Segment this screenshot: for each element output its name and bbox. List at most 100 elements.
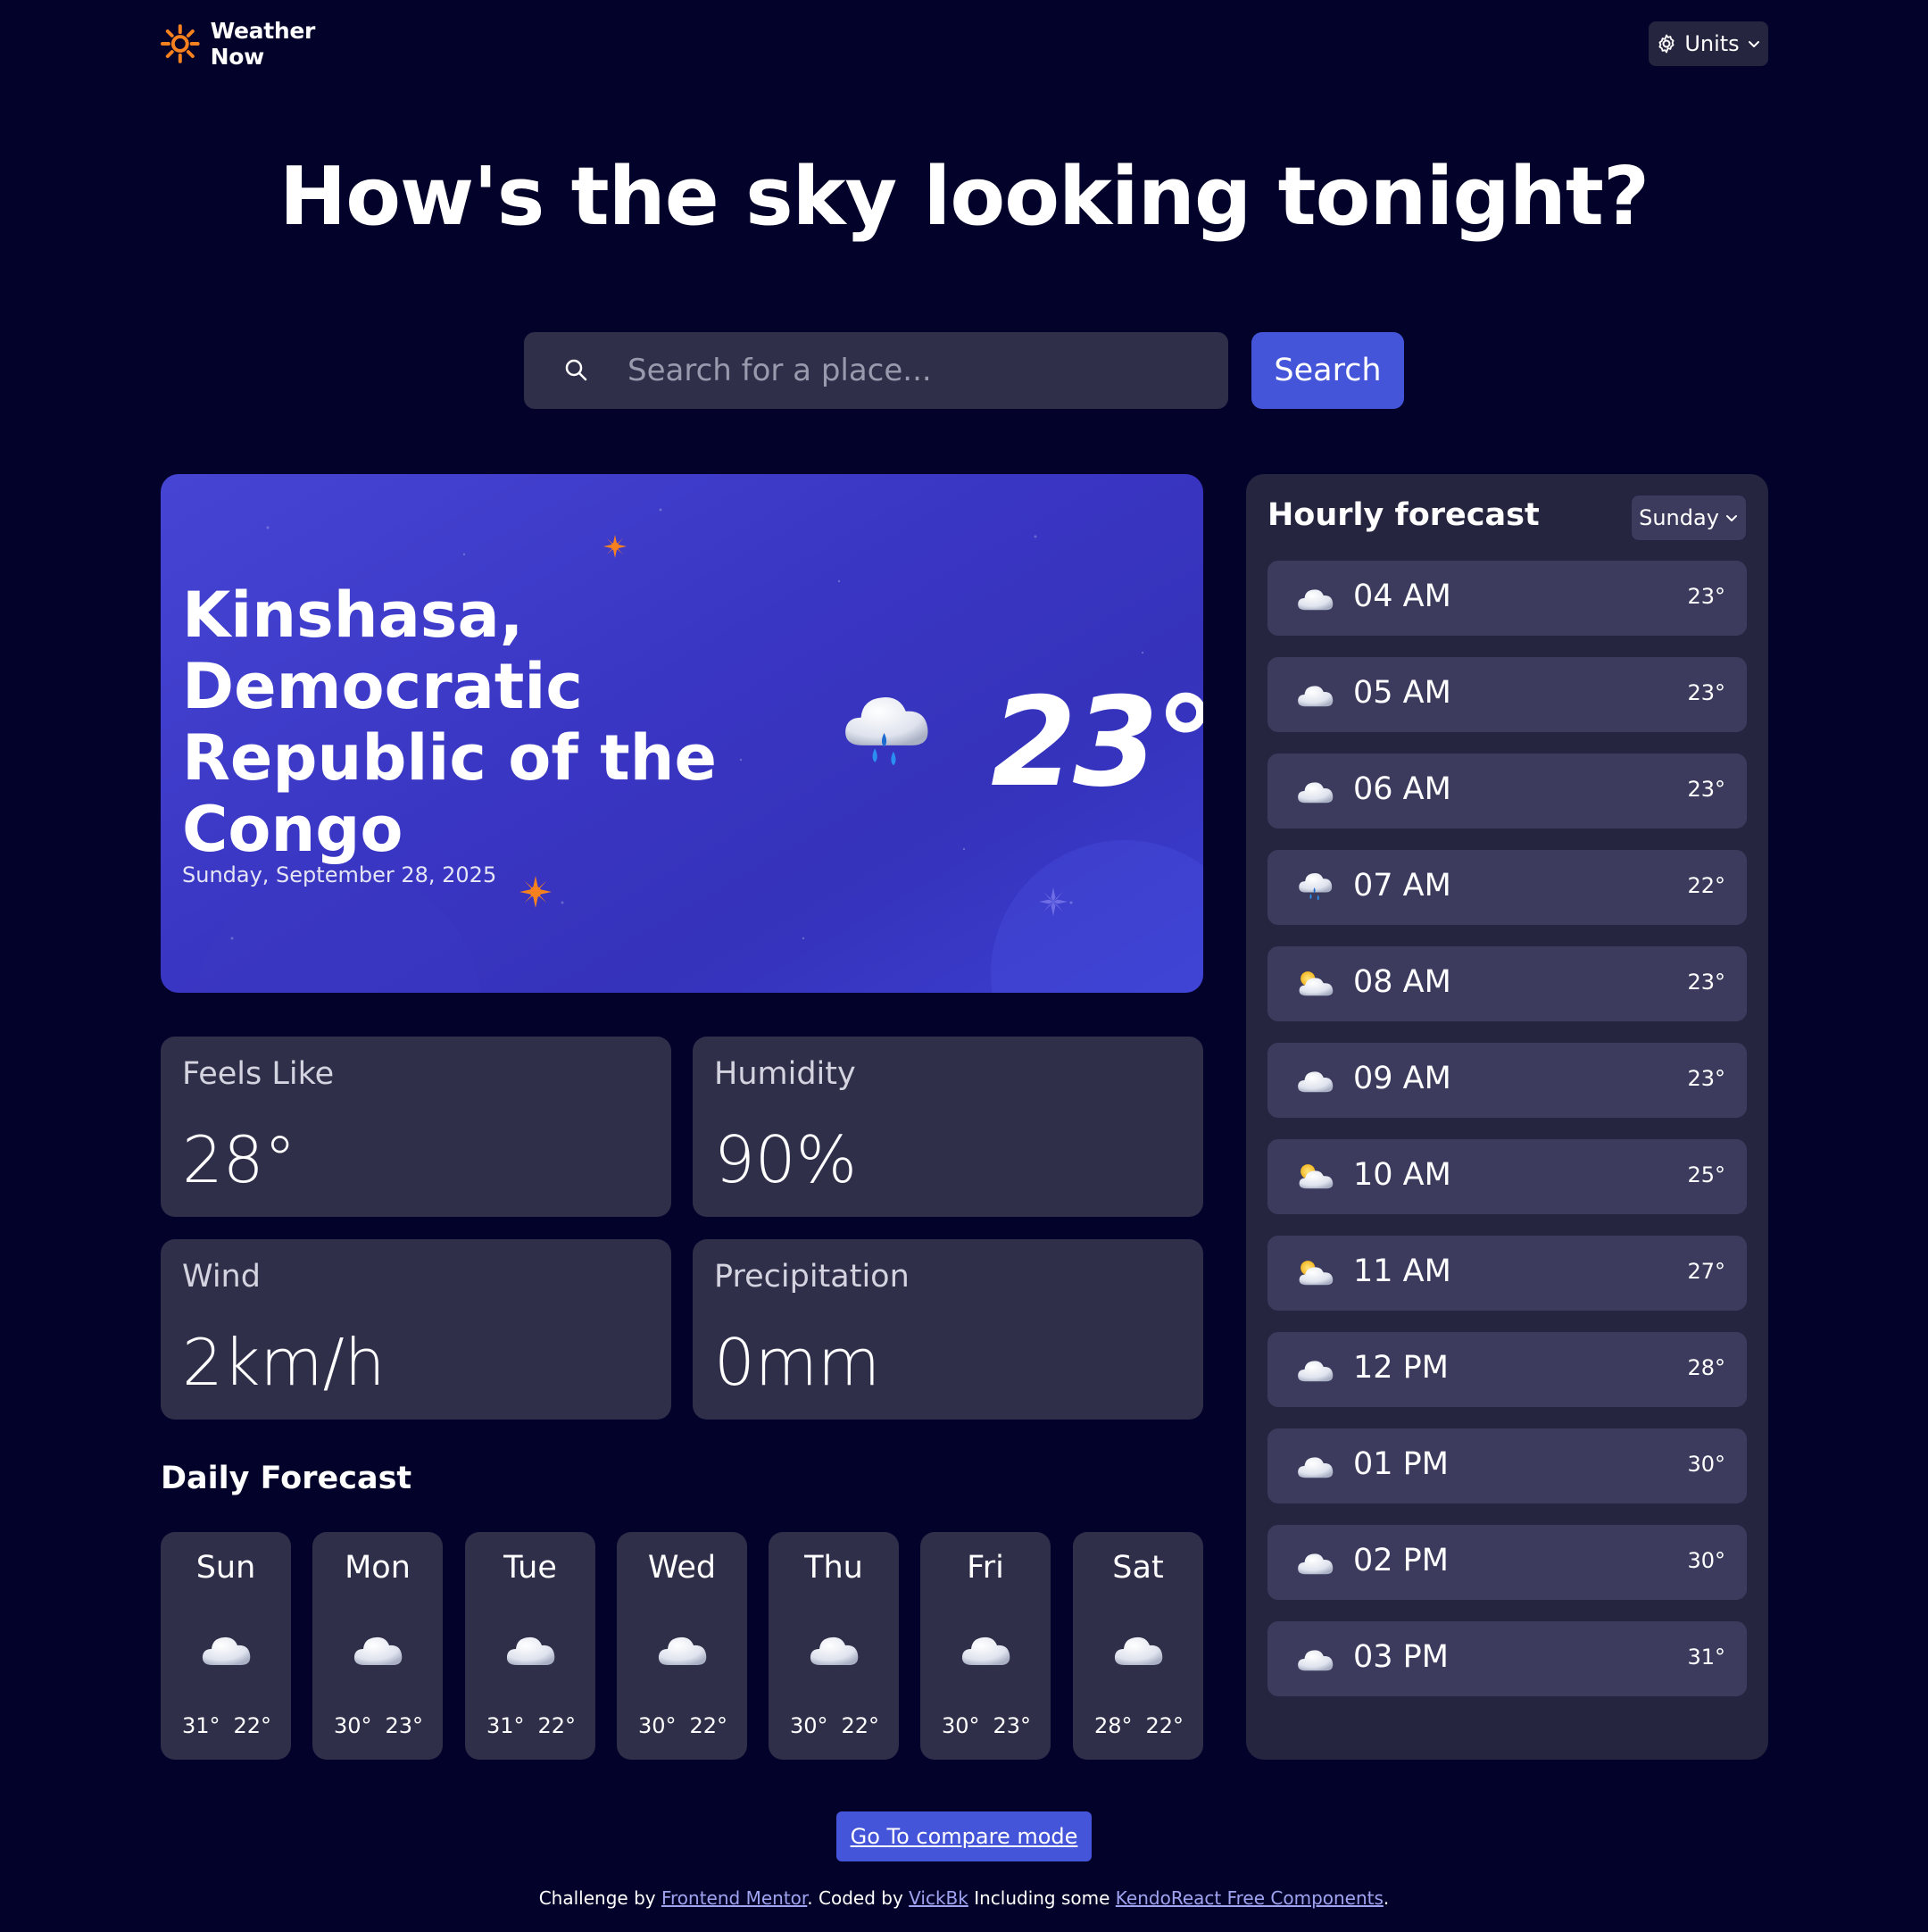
current-weather-card: Kinshasa, Democratic Republic of the Con…	[161, 474, 1203, 993]
cloud-icon	[808, 1628, 861, 1670]
day-name: Tue	[503, 1550, 557, 1586]
stat-card-feels-like: Feels Like 28°	[161, 1037, 671, 1217]
daily-forecast-card: Sat 28° 22°	[1073, 1532, 1203, 1760]
daily-forecast-card: Fri 30° 23°	[920, 1532, 1051, 1760]
hourly-row: 03 PM 31°	[1267, 1621, 1747, 1696]
hourly-row: 01 PM 30°	[1267, 1428, 1747, 1503]
hourly-row: 09 AM 23°	[1267, 1043, 1747, 1118]
cloud-icon	[200, 1628, 253, 1670]
hour-time: 07 AM	[1353, 868, 1451, 904]
sun-logo-icon	[161, 24, 200, 63]
search-button[interactable]: Search	[1251, 332, 1404, 409]
cloud-icon	[1296, 1353, 1335, 1386]
partly-cloudy-icon	[1296, 968, 1335, 1000]
cloud-icon	[352, 1628, 405, 1670]
units-dropdown-button[interactable]: Units	[1649, 21, 1768, 66]
day-select-dropdown[interactable]: Sunday	[1632, 495, 1746, 540]
hourly-row: 12 PM 28°	[1267, 1332, 1747, 1407]
daily-forecast-title: Daily Forecast	[161, 1461, 412, 1496]
partly-cloudy-icon	[1296, 1257, 1335, 1289]
hourly-row: 05 AM 23°	[1267, 657, 1747, 732]
day-name: Mon	[345, 1550, 411, 1586]
search-box[interactable]	[524, 332, 1228, 409]
kendo-link[interactable]: KendoReact Free Components	[1116, 1887, 1384, 1909]
cloud-icon	[504, 1628, 558, 1670]
hour-time: 08 AM	[1353, 964, 1451, 1000]
stat-card-humidity: Humidity 90%	[693, 1037, 1203, 1217]
stat-label: Precipitation	[714, 1259, 910, 1295]
cloud-icon	[1296, 582, 1335, 614]
frontend-mentor-link[interactable]: Frontend Mentor	[661, 1887, 807, 1909]
cloud-icon	[1296, 1643, 1335, 1675]
stat-value: 90%	[714, 1122, 858, 1197]
stat-card-precipitation: Precipitation 0mm	[693, 1239, 1203, 1420]
units-label: Units	[1684, 31, 1740, 56]
hour-temp: 23°	[1687, 970, 1725, 995]
day-name: Wed	[647, 1550, 717, 1586]
stat-label: Wind	[182, 1259, 261, 1295]
day-name: Fri	[967, 1550, 1004, 1586]
day-high-temp: 30°	[942, 1713, 980, 1738]
day-high-temp: 31°	[182, 1713, 220, 1738]
hour-time: 02 PM	[1353, 1543, 1449, 1578]
search-input[interactable]	[626, 352, 1201, 389]
page-headline: How's the sky looking tonight?	[278, 150, 1650, 244]
location-name: Kinshasa, Democratic Republic of the Con…	[182, 579, 717, 866]
hour-temp: 23°	[1687, 680, 1725, 705]
cloud-icon	[960, 1628, 1013, 1670]
day-high-temp: 30°	[334, 1713, 372, 1738]
stat-card-wind: Wind 2km/h	[161, 1239, 671, 1420]
cloud-icon	[1296, 1546, 1335, 1578]
hour-time: 01 PM	[1353, 1446, 1449, 1482]
hour-temp: 31°	[1687, 1645, 1725, 1670]
day-name: Sun	[195, 1550, 256, 1586]
day-low-temp: 22°	[841, 1713, 879, 1738]
hour-temp: 25°	[1687, 1162, 1725, 1187]
day-high-temp: 30°	[790, 1713, 828, 1738]
day-name: Thu	[804, 1550, 863, 1586]
cloud-icon	[1296, 775, 1335, 807]
app-logo[interactable]: Weather Now	[161, 18, 375, 70]
footer-text: Challenge by	[538, 1887, 661, 1909]
search-icon	[565, 359, 587, 381]
day-low-temp: 23°	[385, 1713, 423, 1738]
daily-forecast-card: Mon 30° 23°	[312, 1532, 443, 1760]
hour-time: 04 AM	[1353, 579, 1451, 614]
hourly-forecast-panel: Hourly forecast Sunday 04 AM 23° 05 AM 2…	[1246, 474, 1768, 1760]
day-low-temp: 22°	[537, 1713, 576, 1738]
rain-cloud-icon	[1296, 871, 1335, 904]
selected-day-label: Sunday	[1639, 505, 1719, 530]
hour-temp: 22°	[1687, 873, 1725, 898]
hour-temp: 23°	[1687, 584, 1725, 609]
gear-icon	[1658, 34, 1675, 54]
hourly-row: 11 AM 27°	[1267, 1236, 1747, 1311]
cloud-icon	[1296, 1064, 1335, 1096]
hourly-forecast-title: Hourly forecast	[1267, 497, 1540, 533]
day-low-temp: 23°	[993, 1713, 1031, 1738]
day-name: Sat	[1112, 1550, 1164, 1586]
compare-mode-button[interactable]: Go To compare mode	[836, 1811, 1092, 1861]
hourly-row: 02 PM 30°	[1267, 1525, 1747, 1600]
chevron-down-icon	[1748, 41, 1759, 47]
cloud-icon	[1296, 679, 1335, 711]
hour-temp: 23°	[1687, 1066, 1725, 1091]
hour-time: 06 AM	[1353, 771, 1451, 807]
sunburst-decoration-icon	[519, 876, 552, 908]
hour-time: 03 PM	[1353, 1639, 1449, 1675]
stat-value: 28°	[182, 1122, 296, 1197]
footer-text: . Coded by	[807, 1887, 910, 1909]
daily-forecast-card: Wed 30° 22°	[617, 1532, 747, 1760]
current-date: Sunday, September 28, 2025	[182, 862, 497, 887]
footer-text: Including some	[968, 1887, 1116, 1909]
hour-time: 05 AM	[1353, 675, 1451, 711]
day-low-temp: 22°	[1145, 1713, 1184, 1738]
sunburst-decoration-icon	[603, 535, 627, 558]
hourly-row: 08 AM 23°	[1267, 946, 1747, 1021]
stat-label: Humidity	[714, 1056, 856, 1092]
hourly-row: 06 AM 23°	[1267, 754, 1747, 829]
cloud-icon	[1112, 1628, 1166, 1670]
author-link[interactable]: VickBk	[909, 1887, 968, 1909]
stat-value: 0mm	[714, 1325, 881, 1400]
app-name: Weather Now	[210, 18, 316, 70]
partly-cloudy-icon	[1296, 1161, 1335, 1193]
